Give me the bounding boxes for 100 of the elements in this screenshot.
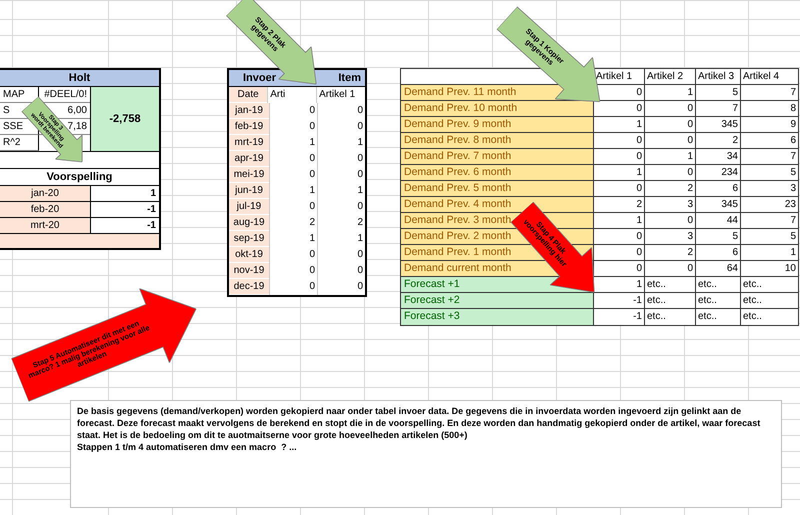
table-cell: etc.. <box>645 277 696 292</box>
table-cell: 0 <box>317 151 365 167</box>
table-cell: 0 <box>269 103 317 119</box>
column-header: Artikel 1 <box>316 87 365 103</box>
table-cell: 0 <box>317 119 365 135</box>
row-label: Demand Prev. 8 month <box>401 133 594 148</box>
table-cell: 0 <box>645 165 696 180</box>
table-cell: 234 <box>696 165 741 180</box>
table-cell: -1 <box>594 293 645 308</box>
table-cell: 0 <box>317 103 365 119</box>
table-cell-text: 9 <box>789 118 797 132</box>
table-cell: 1 <box>317 183 365 199</box>
table-cell: 0 <box>269 167 317 183</box>
text-box: De basis gegevens (demand/verkopen) worden gekopierd naar onder tabel invoer data. De gegevens die in invoerdata worden ingevoerd zijn gelinkt aan de forecast. Deze forecast maakt vervolgens de berekend en stopt die in de voorspelling. En deze worden dan handmatig gekopierd onder de artikel, waar forecast staat. Het is de bedoeling om dit te auotmaitserne voor grote hoeveelheden artikelen (500+) Stappen 1 t/m 4 automatiseren dmv een macro ? ... <box>70 400 782 508</box>
table-cell: jun-19 <box>229 183 269 199</box>
table-cell: 0 <box>269 151 317 167</box>
table-cell: 0 <box>269 119 317 135</box>
table-cell: 0 <box>317 279 365 295</box>
table-cell: 1 <box>594 165 645 180</box>
table-cell: etc.. <box>696 277 741 292</box>
table-cell: 2 <box>645 245 696 260</box>
table-cell: 6 <box>696 245 741 260</box>
table-cell-text: 8 <box>789 102 797 116</box>
table-cell: mrt-19 <box>229 135 269 151</box>
table-cell: 0 <box>269 199 317 215</box>
table-cell: 2 <box>269 215 317 231</box>
table-cell: 0 <box>269 263 317 279</box>
table-cell: 2 <box>317 215 365 231</box>
table-cell: 64 <box>696 261 741 276</box>
table-cell-text: -1 <box>146 219 157 233</box>
row-label: Demand Prev. 9 month <box>401 117 594 132</box>
table-cell-text: 7 <box>789 86 797 100</box>
table-cell: etc.. <box>696 293 741 308</box>
header-text: Item <box>338 71 361 86</box>
table-cell-text: etc.. <box>742 294 763 308</box>
table-cell: 0 <box>594 229 645 244</box>
table-cell: sep-19 <box>229 231 269 247</box>
row-label: Demand Prev. 7 month <box>401 149 594 164</box>
row-label: Demand Prev. 6 month <box>401 165 594 180</box>
table-cell: 0 <box>594 181 645 196</box>
table-cell-text: etc.. <box>742 278 763 292</box>
table-cell: 0 <box>645 133 696 148</box>
table-cell: 0 <box>317 263 365 279</box>
table-cell: S <box>3 105 10 116</box>
table-cell: 345 <box>696 197 741 212</box>
table-cell: -1 <box>594 309 645 325</box>
table-cell: 0 <box>645 117 696 132</box>
table-cell: 1 <box>269 183 317 199</box>
table-cell-text: 3 <box>789 182 797 196</box>
table-cell: 0 <box>594 133 645 148</box>
table-cell: jan-19 <box>229 103 269 119</box>
table-cell: jan-20 <box>0 186 91 201</box>
header-text: Invoer <box>243 71 276 86</box>
table-cell: nov-19 <box>229 263 269 279</box>
table-cell: 1 <box>645 85 696 100</box>
table-cell: 1 <box>594 117 645 132</box>
column-header: Artikel 4 <box>742 70 780 84</box>
table-cell-text: 1 <box>789 246 797 260</box>
result-cell: -2,758 <box>90 87 159 151</box>
column-header: Artikel 2 <box>645 69 696 84</box>
table-cell-text: 23 <box>784 198 797 212</box>
table-cell-text: 6 <box>789 134 797 148</box>
table-cell-text: 1 <box>149 187 157 201</box>
table-cell: 0 <box>594 149 645 164</box>
table-cell: 44 <box>696 213 741 228</box>
table-cell: 0 <box>269 279 317 295</box>
row-label: Demand Prev. 10 month <box>401 101 594 116</box>
table-cell: feb-20 <box>0 202 91 217</box>
table-cell: 34 <box>696 149 741 164</box>
table-cell: 0 <box>645 101 696 116</box>
table-cell: etc.. <box>645 293 696 308</box>
table-header: Holt <box>0 70 159 87</box>
column-header: Artikel 3 <box>696 69 741 84</box>
table-cell: 5 <box>696 229 741 244</box>
table-cell: etc.. <box>645 309 696 325</box>
row-label: Demand Prev. 4 month <box>401 197 594 212</box>
table-cell-text: 5 <box>789 230 797 244</box>
table-cell: 2 <box>645 181 696 196</box>
table-cell: 1 <box>317 135 365 151</box>
table-cell: 0 <box>645 213 696 228</box>
table-cell-text: 5 <box>789 166 797 180</box>
row-label: Forecast +2 <box>401 293 594 308</box>
table-cell: 5 <box>696 85 741 100</box>
table-cell: 3 <box>645 229 696 244</box>
row-label: Demand Prev. 5 month <box>401 181 594 196</box>
row-label: Forecast +3 <box>401 309 594 325</box>
table-cell-text: etc.. <box>742 310 763 324</box>
table-cell: 6 <box>696 181 741 196</box>
table-cell: 1 <box>269 135 317 151</box>
table-cell: etc.. <box>696 309 741 325</box>
table-cell-text: 7 <box>789 150 797 164</box>
table-cell: mei-19 <box>229 167 269 183</box>
table-cell: MAP <box>3 89 25 100</box>
table-cell: R^2 <box>3 137 20 148</box>
table-cell: 0 <box>645 261 696 276</box>
table-cell: jul-19 <box>229 199 269 215</box>
table-cell: 1 <box>269 231 317 247</box>
table-cell: 0 <box>317 247 365 263</box>
table-cell: 0 <box>317 199 365 215</box>
table-cell: 0 <box>269 247 317 263</box>
